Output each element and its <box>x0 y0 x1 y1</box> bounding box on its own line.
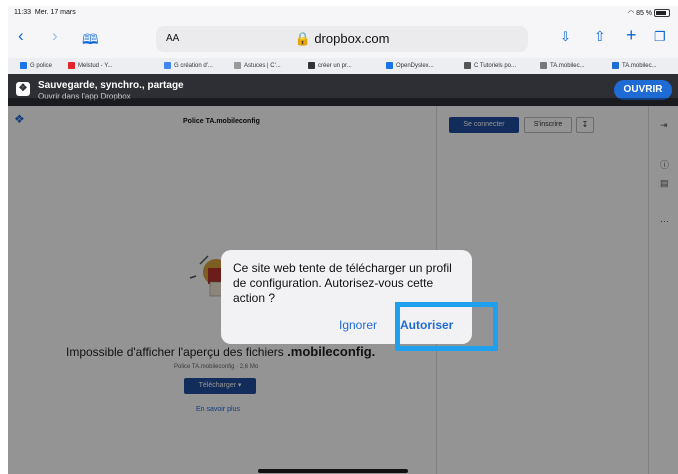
wifi-icon: ◠ <box>628 10 635 17</box>
bookmark-label: créer un pr... <box>318 63 352 70</box>
lock-icon: 🔒 <box>294 31 311 46</box>
safari-toolbar: ‹ › 🕮 AA 🔒 dropbox.com ⇩ ⇧ + ❐ <box>8 20 678 58</box>
bookmark-label: Melstud - Y... <box>78 63 113 70</box>
bookmark-label: C Tutoriels po... <box>474 63 517 70</box>
bookmark-item[interactable]: Melstud - Y... <box>68 62 112 69</box>
bookmark-favicon-icon <box>540 62 547 69</box>
bookmark-favicon-icon <box>464 62 471 69</box>
bookmark-label: G création d'... <box>174 63 213 70</box>
battery-icon <box>654 9 670 18</box>
bookmark-item[interactable]: TA.mobilec... <box>612 62 657 69</box>
bookmark-favicon-icon <box>386 62 393 69</box>
dialog-message: Ce site web tente de télécharger un prof… <box>233 261 452 305</box>
home-indicator <box>258 469 408 473</box>
highlight-box <box>395 302 498 351</box>
bookmark-favicon-icon <box>612 62 619 69</box>
status-bar: 11:33 Mer. 17 mars ◠ 85 % <box>8 6 678 20</box>
chevron-left-icon[interactable]: ‹ <box>18 26 24 46</box>
bookmark-label: Astuces | C'... <box>244 63 281 70</box>
url-text[interactable]: 🔒 dropbox.com <box>156 31 528 47</box>
bookmark-item[interactable]: G police <box>20 62 52 69</box>
banner-title: Sauvegarde, synchro., partage <box>38 80 184 91</box>
share-icon[interactable]: ⇧ <box>594 28 606 45</box>
dropbox-logo-icon: ❖ <box>16 82 30 96</box>
bookmark-label: G police <box>30 63 53 70</box>
bookmark-item[interactable]: TA.mobilec... <box>540 62 585 69</box>
bookmark-item[interactable]: créer un pr... <box>308 62 352 69</box>
battery-percent: 85 % <box>636 10 653 17</box>
ignore-button[interactable]: Ignorer <box>339 318 377 332</box>
bookmark-favicon-icon <box>68 62 75 69</box>
bookmark-item[interactable]: OpenDyslex... <box>386 62 434 69</box>
bookmark-label: OpenDyslex... <box>396 63 434 70</box>
open-app-button[interactable]: OUVRIR <box>614 80 672 100</box>
bookmark-label: TA.mobilec... <box>622 63 657 70</box>
status-right: ◠ 85 % <box>628 9 670 18</box>
chevron-right-icon[interactable]: › <box>52 26 58 46</box>
bookmarks-bar: G police Melstud - Y... G création d'... As… <box>8 58 678 75</box>
bookmark-item[interactable]: Astuces | C'... <box>234 62 281 69</box>
bookmark-label: TA.mobilec... <box>550 63 585 70</box>
book-icon[interactable]: 🕮 <box>82 29 99 53</box>
bookmark-favicon-icon <box>308 62 315 69</box>
bookmark-favicon-icon <box>234 62 241 69</box>
bookmark-favicon-icon <box>164 62 171 69</box>
address-bar[interactable]: AA 🔒 dropbox.com <box>156 26 528 52</box>
status-time: 11:33 Mer. 17 mars <box>14 9 76 16</box>
bookmark-item[interactable]: C Tutoriels po... <box>464 62 516 69</box>
bookmark-favicon-icon <box>20 62 27 69</box>
bookmark-item[interactable]: G création d'... <box>164 62 213 69</box>
tabs-icon[interactable]: ❐ <box>654 29 666 45</box>
plus-icon[interactable]: + <box>626 25 637 46</box>
download-icon[interactable]: ⇩ <box>560 29 571 45</box>
